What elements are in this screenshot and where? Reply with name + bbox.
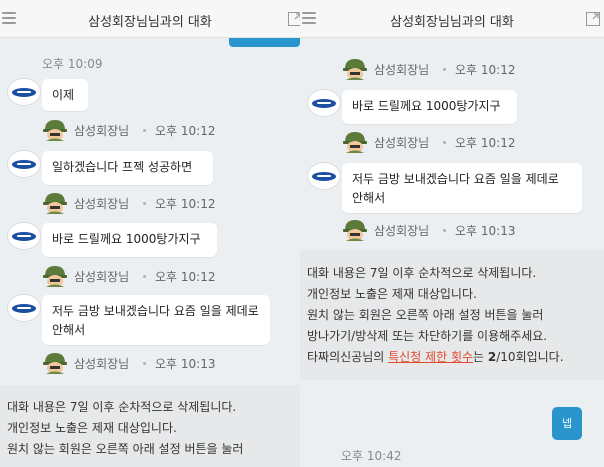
expand-icon[interactable] xyxy=(586,12,600,26)
notice-line: 원치 않는 회원은 오른쪽 아래 설정 버튼을 눌러 xyxy=(307,308,544,322)
message-bubble: 바로 드릴께요 1000탕가지구 xyxy=(342,90,517,124)
message-time: 오후 10:13 xyxy=(455,224,516,238)
limit-count: 2 xyxy=(487,350,497,364)
notice-box: 대화 내용은 7일 이후 순차적으로 삭제됩니다. 개인정보 노출은 제재 대상… xyxy=(300,250,604,380)
chat-title: 삼성회장님님과의 대화 xyxy=(88,15,212,30)
message-meta: 삼성회장님 오후 10:12 xyxy=(42,118,222,142)
soldier-avatar-icon[interactable] xyxy=(42,351,68,375)
avatar[interactable] xyxy=(307,89,341,117)
avatar[interactable] xyxy=(7,78,41,106)
message-time: 오후 10:12 xyxy=(155,124,216,138)
notice-box: 대화 내용은 7일 이후 순차적으로 삭제됩니다. 개인정보 노출은 제재 대상… xyxy=(0,385,300,467)
soldier-avatar-icon[interactable] xyxy=(342,218,368,242)
separator-dot xyxy=(143,129,146,132)
message-meta: 삼성회장님 오후 10:12 xyxy=(42,264,222,288)
samsung-logo-icon xyxy=(12,304,36,313)
message-time: 오후 10:42 xyxy=(341,449,402,463)
notice-text: /10회입니다. xyxy=(496,350,564,364)
sender-name: 삼성회장님 xyxy=(374,224,430,238)
notice-line: 원치 않는 회원은 오른쪽 아래 설정 버튼을 눌러 xyxy=(7,442,244,456)
message-time: 오후 10:12 xyxy=(155,270,216,284)
chat-title: 삼성회장님님과의 대화 xyxy=(390,15,514,30)
message-bubble: 이제 xyxy=(42,79,88,111)
notice-line: 대화 내용은 7일 이후 순차적으로 삭제됩니다. xyxy=(307,266,537,280)
message-meta: 삼성회장님 오후 10:12 xyxy=(342,57,542,81)
avatar[interactable] xyxy=(7,222,41,250)
message-time: 오후 10:12 xyxy=(155,197,216,211)
separator-dot xyxy=(143,362,146,365)
sender-name: 삼성회장님 xyxy=(74,357,130,371)
message-meta: 삼성회장님 오후 10:12 xyxy=(42,191,222,215)
sender-name: 삼성회장님 xyxy=(374,63,430,77)
separator-dot xyxy=(443,229,446,232)
samsung-logo-icon xyxy=(312,172,336,181)
separator-dot xyxy=(443,68,446,71)
sender-name: 삼성회장님 xyxy=(74,197,130,211)
my-message-bubble-partial xyxy=(229,38,300,47)
expand-icon[interactable] xyxy=(288,12,300,26)
sender-name: 삼성회장님 xyxy=(374,136,430,150)
message-bubble: 저두 금방 보내겠습니다 요즘 일을 제데로 안해서 xyxy=(342,163,582,213)
notice-line: 대화 내용은 7일 이후 순차적으로 삭제됩니다. xyxy=(7,400,237,414)
notice-text: 는 xyxy=(473,350,488,364)
message-meta: 삼성회장님 오후 10:12 xyxy=(342,130,542,154)
chat-panel-right: 삼성회장님님과의 대화 삼성회장님 오후 10:12 바로 드릴께요 1000탕… xyxy=(300,0,604,467)
message-time: 오후 10:12 xyxy=(455,63,516,77)
separator-dot xyxy=(443,141,446,144)
sender-name: 삼성회장님 xyxy=(74,124,130,138)
avatar[interactable] xyxy=(7,294,41,322)
samsung-logo-icon xyxy=(12,88,36,97)
notice-line: 개인정보 노출은 제재 대상입니다. xyxy=(307,287,477,301)
soldier-avatar-icon[interactable] xyxy=(342,130,368,154)
message-time: 오후 10:09 xyxy=(42,57,103,71)
limit-link[interactable]: 특신청 제한 횟수 xyxy=(388,350,473,364)
samsung-logo-icon xyxy=(12,232,36,241)
notice-line: 개인정보 노출은 제재 대상입니다. xyxy=(7,421,177,435)
message-bubble: 일하겠습니다 프젝 성공하면 xyxy=(42,151,213,185)
message-meta: 삼성회장님 오후 10:13 xyxy=(42,351,222,375)
soldier-avatar-icon[interactable] xyxy=(42,191,68,215)
avatar[interactable] xyxy=(307,162,341,190)
chat-header: 삼성회장님님과의 대화 xyxy=(300,0,604,38)
notice-line: 방나가기/방삭제 또는 차단하기를 이용해주세요. xyxy=(307,329,548,343)
avatar[interactable] xyxy=(7,150,41,178)
message-bubble: 바로 드릴께요 1000탕가지구 xyxy=(42,223,217,257)
soldier-avatar-icon[interactable] xyxy=(342,57,368,81)
soldier-avatar-icon[interactable] xyxy=(42,118,68,142)
message-bubble: 저두 금방 보내겠습니다 요즘 일을 제데로 안해서 xyxy=(42,295,270,345)
chat-header: 삼성회장님님과의 대화 xyxy=(0,0,300,38)
samsung-logo-icon xyxy=(12,160,36,169)
soldier-avatar-icon[interactable] xyxy=(42,264,68,288)
sender-name: 삼성회장님 xyxy=(74,270,130,284)
separator-dot xyxy=(143,275,146,278)
chat-panel-left: 삼성회장님님과의 대화 오후 10:09 이제 삼성회장님 오후 10:12 일… xyxy=(0,0,300,467)
message-time: 오후 10:12 xyxy=(455,136,516,150)
message-time: 오후 10:13 xyxy=(155,357,216,371)
separator-dot xyxy=(143,202,146,205)
notice-line-limit: 타짜의신공님의 특신청 제한 횟수는 2/10회입니다. xyxy=(307,347,597,368)
samsung-logo-icon xyxy=(312,99,336,108)
message-meta: 삼성회장님 오후 10:13 xyxy=(342,218,542,242)
my-message-bubble: 넵 xyxy=(552,407,582,440)
notice-text: 타짜의신공님의 xyxy=(307,350,389,364)
